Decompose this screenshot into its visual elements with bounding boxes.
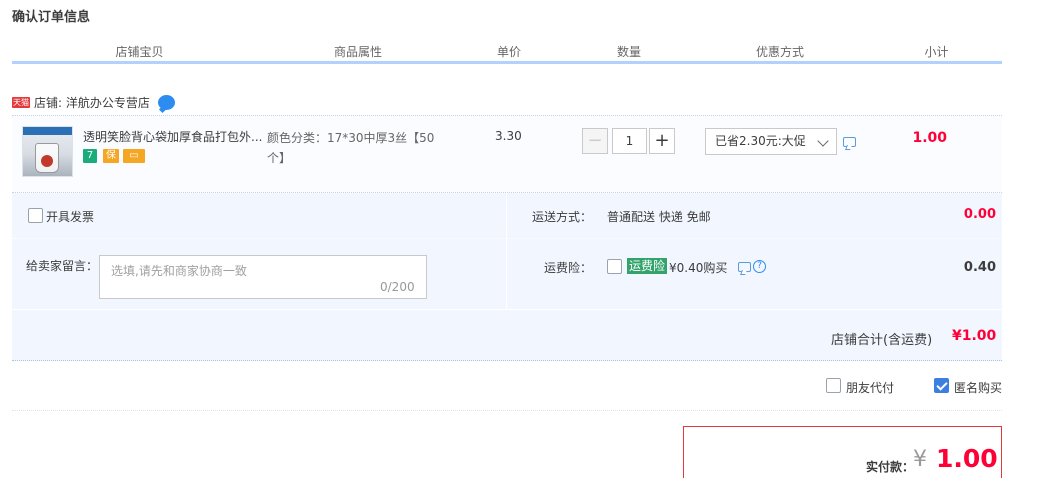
quantity-decrease-button[interactable]: − bbox=[582, 128, 608, 154]
insurance-message-icon[interactable] bbox=[738, 262, 751, 272]
page-title: 确认订单信息 bbox=[12, 10, 91, 25]
order-item-row: 透明笑脸背心袋加厚食品打包外... 7 保 ▭ 颜色分类：17*30中厚3丝【5… bbox=[12, 115, 1002, 193]
shop-total-value: ¥1.00 bbox=[952, 328, 997, 344]
shipping-label: 运送方式： bbox=[532, 210, 593, 224]
unit-price: 3.30 bbox=[495, 129, 522, 143]
credit-card-icon[interactable]: ▭ bbox=[123, 149, 145, 163]
shop-row: 天猫 店铺: 洋航办公专营店 bbox=[12, 94, 175, 110]
attribute-line: 个】 bbox=[267, 151, 292, 165]
shipping-insurance-tag: 运费险 bbox=[627, 258, 668, 274]
friend-pay-checkbox[interactable] bbox=[826, 378, 841, 393]
thumbnail-banner bbox=[23, 127, 72, 135]
anonymous-purchase-label[interactable]: 匿名购买 bbox=[954, 379, 1002, 396]
seller-memo-counter: 0/200 bbox=[380, 280, 415, 294]
shipping-insurance-checkbox[interactable] bbox=[607, 259, 622, 274]
promotion-selected-value: 已省2.30元:大促 bbox=[715, 134, 806, 148]
seller-memo-label: 给卖家留言： bbox=[26, 259, 99, 273]
product-attributes: 颜色分类：17*30中厚3丝【50 个】 bbox=[267, 128, 447, 168]
quantity-increase-button[interactable]: + bbox=[649, 128, 675, 154]
shipping-insurance-price: ¥0.40购买 bbox=[669, 261, 728, 275]
product-title-link[interactable]: 透明笑脸背心袋加厚食品打包外... bbox=[83, 128, 265, 145]
friend-pay-label[interactable]: 朋友代付 bbox=[846, 379, 894, 396]
product-thumbnail[interactable] bbox=[22, 126, 73, 177]
promotion-message-icon[interactable] bbox=[843, 137, 856, 147]
shipping-method: 普通配送 快递 免邮 bbox=[607, 210, 711, 224]
shop-total-label: 店铺合计(含运费) bbox=[831, 333, 933, 348]
actual-payment-label: 实付款： bbox=[866, 460, 915, 474]
seller-memo-placeholder: 选填,请先和商家协商一致 bbox=[111, 264, 247, 278]
shipping-insurance-label: 运费险： bbox=[544, 261, 593, 275]
smiley-print bbox=[41, 155, 53, 167]
chevron-down-icon bbox=[817, 135, 829, 147]
promotion-select[interactable]: 已省2.30元:大促 bbox=[705, 128, 837, 155]
currency-symbol: ¥ bbox=[913, 447, 927, 472]
tmall-badge-icon: 天猫 bbox=[12, 96, 30, 108]
options-divider bbox=[12, 309, 1002, 310]
column-header-discount: 优惠方式 bbox=[689, 44, 871, 61]
column-header-subtotal: 小计 bbox=[871, 44, 1002, 61]
shipping-insurance-cost: 0.40 bbox=[963, 260, 996, 275]
quantity-input[interactable]: 1 bbox=[612, 128, 647, 154]
column-header-row: 店铺宝贝 商品属性 单价 数量 优惠方式 小计 bbox=[12, 44, 1002, 64]
guarantee-icon[interactable]: 保 bbox=[103, 149, 119, 163]
footer-divider bbox=[12, 410, 1002, 411]
item-subtotal: 1.00 bbox=[912, 130, 947, 146]
anonymous-purchase-checkbox[interactable] bbox=[934, 378, 949, 393]
seven-day-return-icon[interactable]: 7 bbox=[83, 149, 97, 163]
invoice-label[interactable]: 开具发票 bbox=[46, 208, 94, 225]
shop-name[interactable]: 店铺: 洋航办公专营店 bbox=[34, 94, 150, 111]
wangwang-chat-icon[interactable] bbox=[157, 94, 175, 110]
actual-payment-amount: 1.00 bbox=[936, 444, 998, 473]
column-header-attributes: 商品属性 bbox=[267, 44, 449, 61]
column-header-shop-item: 店铺宝贝 bbox=[12, 44, 267, 61]
column-header-quantity: 数量 bbox=[569, 44, 689, 61]
options-divider bbox=[506, 193, 507, 309]
column-header-unit-price: 单价 bbox=[449, 44, 569, 61]
attribute-line: 颜色分类：17*30中厚3丝【50 bbox=[267, 131, 435, 145]
help-icon[interactable]: ? bbox=[753, 260, 766, 273]
shipping-cost: 0.00 bbox=[963, 207, 996, 222]
options-divider bbox=[12, 238, 1002, 239]
invoice-checkbox[interactable] bbox=[28, 208, 43, 223]
